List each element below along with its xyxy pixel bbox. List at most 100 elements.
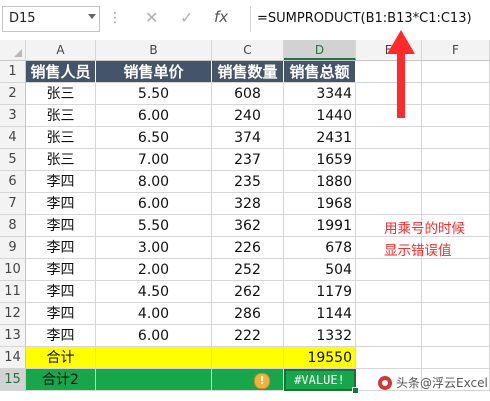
row-header-7[interactable]: 7 [0, 193, 26, 215]
cell-c5[interactable]: 237 [212, 149, 284, 171]
cell-d2[interactable]: 3344 [284, 83, 356, 105]
row-header-11[interactable]: 11 [0, 281, 26, 303]
row-header-9[interactable]: 9 [0, 237, 26, 259]
cell-f13[interactable] [422, 325, 490, 347]
cell-b2[interactable]: 5.50 [96, 83, 212, 105]
cell-d12[interactable]: 1144 [284, 303, 356, 325]
cell-b13[interactable]: 6.00 [96, 325, 212, 347]
cell-f14[interactable] [422, 347, 490, 369]
table-header-d[interactable]: 销售总额 [284, 61, 356, 83]
row-header-1[interactable]: 1 [0, 61, 26, 83]
cell-f4[interactable] [422, 127, 490, 149]
cell-d9[interactable]: 678 [284, 237, 356, 259]
chevron-down-icon[interactable] [88, 14, 96, 19]
cell-e6[interactable] [356, 171, 422, 193]
cell-c15[interactable] [212, 369, 284, 391]
cell-b8[interactable]: 5.50 [96, 215, 212, 237]
cell-a3[interactable]: 张三 [26, 105, 96, 127]
cell-b5[interactable]: 7.00 [96, 149, 212, 171]
cell-c3[interactable]: 240 [212, 105, 284, 127]
row-header-12[interactable]: 12 [0, 303, 26, 325]
cell-b3[interactable]: 6.00 [96, 105, 212, 127]
row-header-15[interactable]: 15 [0, 369, 26, 391]
cell-a9[interactable]: 李四 [26, 237, 96, 259]
cell-a8[interactable]: 李四 [26, 215, 96, 237]
cell-f2[interactable] [422, 83, 490, 105]
cell-a10[interactable]: 李四 [26, 259, 96, 281]
cell-c13[interactable]: 222 [212, 325, 284, 347]
column-header-f[interactable]: F [422, 40, 490, 60]
cell-a7[interactable]: 李四 [26, 193, 96, 215]
cell-b4[interactable]: 6.50 [96, 127, 212, 149]
total2-value-cell[interactable]: #VALUE! [284, 369, 356, 391]
table-header-b[interactable]: 销售单价 [96, 61, 212, 83]
select-all-corner[interactable] [0, 40, 26, 60]
cell-c14[interactable] [212, 347, 284, 369]
cell-a6[interactable]: 李四 [26, 171, 96, 193]
cell-c9[interactable]: 226 [212, 237, 284, 259]
cell-b6[interactable]: 8.00 [96, 171, 212, 193]
cell-b11[interactable]: 4.50 [96, 281, 212, 303]
formula-input[interactable]: =SUMPRODUCT(B1:B13*C1:C13) [250, 6, 490, 32]
cell-e13[interactable] [356, 325, 422, 347]
cancel-icon[interactable]: ✕ [145, 8, 158, 27]
row-header-13[interactable]: 13 [0, 325, 26, 347]
cell-a12[interactable]: 李四 [26, 303, 96, 325]
row-header-3[interactable]: 3 [0, 105, 26, 127]
row-header-8[interactable]: 8 [0, 215, 26, 237]
cell-c4[interactable]: 374 [212, 127, 284, 149]
cell-e7[interactable] [356, 193, 422, 215]
cell-f3[interactable] [422, 105, 490, 127]
cell-b9[interactable]: 3.00 [96, 237, 212, 259]
cell-e11[interactable] [356, 281, 422, 303]
cell-f12[interactable] [422, 303, 490, 325]
fill-handle[interactable] [352, 387, 359, 394]
cell-f10[interactable] [422, 259, 490, 281]
cell-d10[interactable]: 504 [284, 259, 356, 281]
cell-e14[interactable] [356, 347, 422, 369]
cell-c11[interactable]: 262 [212, 281, 284, 303]
cell-a11[interactable]: 李四 [26, 281, 96, 303]
cell-d7[interactable]: 1968 [284, 193, 356, 215]
cell-d5[interactable]: 1659 [284, 149, 356, 171]
cell-e4[interactable] [356, 127, 422, 149]
column-header-b[interactable]: B [96, 40, 212, 60]
enter-icon[interactable]: ✓ [180, 8, 193, 27]
column-header-a[interactable]: A [26, 40, 96, 60]
cell-e12[interactable] [356, 303, 422, 325]
cell-f5[interactable] [422, 149, 490, 171]
cell-c8[interactable]: 362 [212, 215, 284, 237]
name-box[interactable]: D15 [2, 6, 100, 32]
table-header-a[interactable]: 销售人员 [26, 61, 96, 83]
cell-b15[interactable] [96, 369, 212, 391]
row-header-4[interactable]: 4 [0, 127, 26, 149]
cell-c7[interactable]: 328 [212, 193, 284, 215]
total-label-cell[interactable]: 合计 [26, 347, 96, 369]
cell-b10[interactable]: 2.00 [96, 259, 212, 281]
row-header-10[interactable]: 10 [0, 259, 26, 281]
row-header-14[interactable]: 14 [0, 347, 26, 369]
cell-d3[interactable]: 1440 [284, 105, 356, 127]
insert-function-icon[interactable]: fx [214, 8, 228, 26]
cell-d4[interactable]: 2431 [284, 127, 356, 149]
row-header-5[interactable]: 5 [0, 149, 26, 171]
cell-c6[interactable]: 235 [212, 171, 284, 193]
cell-f6[interactable] [422, 171, 490, 193]
cell-c10[interactable]: 252 [212, 259, 284, 281]
cell-f1[interactable] [422, 61, 490, 83]
cell-f11[interactable] [422, 281, 490, 303]
cell-c12[interactable]: 286 [212, 303, 284, 325]
cell-d11[interactable]: 1179 [284, 281, 356, 303]
cell-b14[interactable] [96, 347, 212, 369]
cell-f7[interactable] [422, 193, 490, 215]
row-header-6[interactable]: 6 [0, 171, 26, 193]
warning-icon[interactable]: ! [254, 373, 270, 389]
total2-label-cell[interactable]: 合计2 [26, 369, 96, 391]
cell-b12[interactable]: 4.00 [96, 303, 212, 325]
cell-d6[interactable]: 1880 [284, 171, 356, 193]
cell-d8[interactable]: 1991 [284, 215, 356, 237]
column-header-c[interactable]: C [212, 40, 284, 60]
column-header-d[interactable]: D [284, 40, 356, 60]
cell-e10[interactable] [356, 259, 422, 281]
table-header-c[interactable]: 销售数量 [212, 61, 284, 83]
